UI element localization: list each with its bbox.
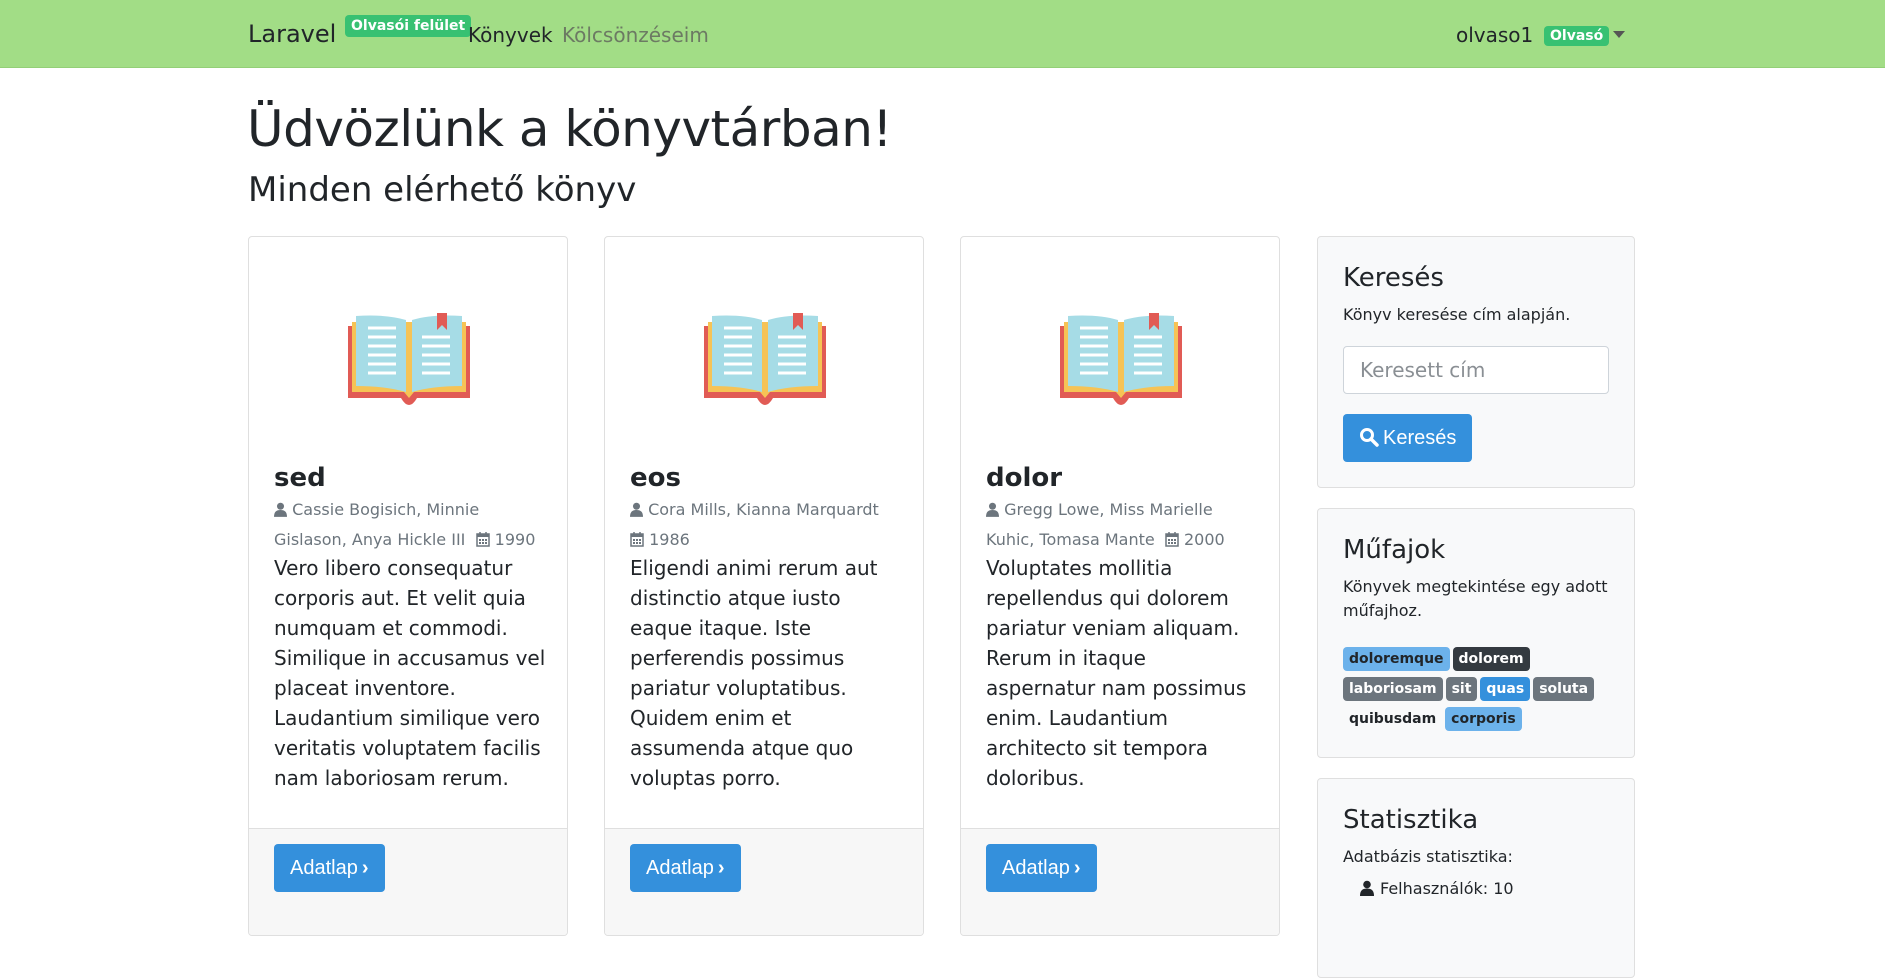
genres-title: Műfajok — [1343, 535, 1446, 565]
book-card: eos Cora Mills, Kianna Marquardt 1986 El… — [604, 236, 924, 936]
book-meta: Gregg Lowe, Miss Marielle Kuhic, Tomasa … — [986, 495, 1256, 555]
page-title: Üdvözlünk a könyvtárban! — [247, 100, 892, 158]
details-button[interactable]: Adatlap › — [630, 844, 741, 892]
book-year: 2000 — [1183, 530, 1225, 549]
book-title: dolor — [986, 463, 1063, 493]
genre-tag[interactable]: sit — [1445, 677, 1478, 701]
book-icon — [1058, 312, 1184, 410]
search-icon — [1360, 428, 1379, 447]
details-button[interactable]: Adatlap › — [986, 844, 1097, 892]
reader-ui-badge: Olvasói felület — [345, 15, 472, 37]
calendar-icon — [475, 532, 490, 547]
chevron-down-icon[interactable] — [1613, 31, 1625, 38]
book-meta: Cora Mills, Kianna Marquardt 1986 — [630, 495, 900, 555]
search-panel: Keresés Könyv keresése cím alapján. Kere… — [1317, 236, 1635, 488]
search-subtitle: Könyv keresése cím alapján. — [1343, 305, 1571, 324]
book-card: dolor Gregg Lowe, Miss Marielle Kuhic, T… — [960, 236, 1280, 936]
nav-link-my-loans[interactable]: Kölcsönzéseim — [562, 23, 709, 47]
search-title: Keresés — [1343, 263, 1444, 293]
stats-subtitle: Adatbázis statisztika: — [1343, 847, 1513, 866]
book-description: Voluptates mollitia repellendus qui dolo… — [986, 556, 1247, 790]
stat-users-label: Felhasználók: 10 — [1380, 879, 1514, 898]
role-badge: Olvasó — [1544, 26, 1610, 46]
calendar-icon — [630, 532, 644, 547]
book-year: 1986 — [649, 530, 690, 549]
genres-panel: Műfajok Könyvek megtekintése egy adott m… — [1317, 508, 1635, 758]
user-icon — [986, 502, 999, 517]
chevron-right-icon: › — [1073, 857, 1081, 879]
book-title: sed — [274, 463, 326, 493]
genre-tag[interactable]: soluta — [1533, 677, 1595, 701]
genre-tag[interactable]: laboriosam — [1343, 677, 1443, 701]
page-subtitle: Minden elérhető könyv — [248, 170, 637, 210]
book-card-footer: Adatlap › — [249, 828, 567, 935]
user-menu-name[interactable]: olvaso1 — [1456, 23, 1533, 47]
book-authors: Cassie Bogisich, Minnie Gislason, Anya H… — [274, 500, 480, 549]
user-icon — [274, 502, 287, 517]
user-icon — [630, 502, 643, 517]
brand-link[interactable]: Laravel — [248, 20, 336, 48]
book-authors: Gregg Lowe, Miss Marielle Kuhic, Tomasa … — [986, 500, 1213, 549]
book-description: Eligendi animi rerum aut distinctio atqu… — [630, 556, 878, 790]
stats-title: Statisztika — [1343, 805, 1479, 835]
genre-tag[interactable]: corporis — [1445, 707, 1522, 731]
book-card-footer: Adatlap › — [605, 828, 923, 935]
details-button-label: Adatlap — [290, 857, 358, 879]
search-input[interactable] — [1343, 346, 1609, 394]
book-meta: Cassie Bogisich, Minnie Gislason, Anya H… — [274, 495, 544, 555]
genres-subtitle: Könyvek megtekintése egy adott műfajhoz. — [1343, 577, 1608, 620]
stat-users: Felhasználók: 10 — [1360, 879, 1514, 898]
genre-tag[interactable]: doloremque — [1343, 647, 1450, 671]
details-button-label: Adatlap — [1002, 857, 1070, 879]
genre-tag[interactable]: dolorem — [1452, 647, 1530, 671]
calendar-icon — [1165, 532, 1179, 547]
stats-panel: Statisztika Adatbázis statisztika: Felha… — [1317, 778, 1635, 978]
nav-link-books[interactable]: Könyvek — [468, 23, 553, 47]
search-button[interactable]: Keresés — [1343, 414, 1473, 462]
book-card: sed Cassie Bogisich, Minnie Gislason, An… — [248, 236, 568, 936]
chevron-right-icon: › — [717, 857, 725, 879]
book-icon — [346, 312, 472, 410]
book-authors: Cora Mills, Kianna Marquardt — [648, 500, 879, 519]
genre-tag-list: doloremque dolorem laboriosam sit quas soluta… — [1343, 647, 1613, 737]
genre-tag[interactable]: quibusdam — [1343, 707, 1442, 731]
book-description: Vero libero consequatur corporis aut. Et… — [274, 556, 546, 790]
details-button[interactable]: Adatlap › — [274, 844, 385, 892]
genre-tag[interactable]: quas — [1480, 677, 1531, 701]
book-icon — [702, 312, 828, 410]
details-button-label: Adatlap — [646, 857, 714, 879]
book-card-footer: Adatlap › — [961, 828, 1279, 935]
book-title: eos — [630, 463, 681, 493]
book-year: 1990 — [494, 530, 536, 549]
search-button-label: Keresés — [1383, 427, 1457, 449]
navbar: Laravel Olvasói felület Könyvek Kölcsönz… — [0, 0, 1885, 68]
chevron-right-icon: › — [361, 857, 369, 879]
